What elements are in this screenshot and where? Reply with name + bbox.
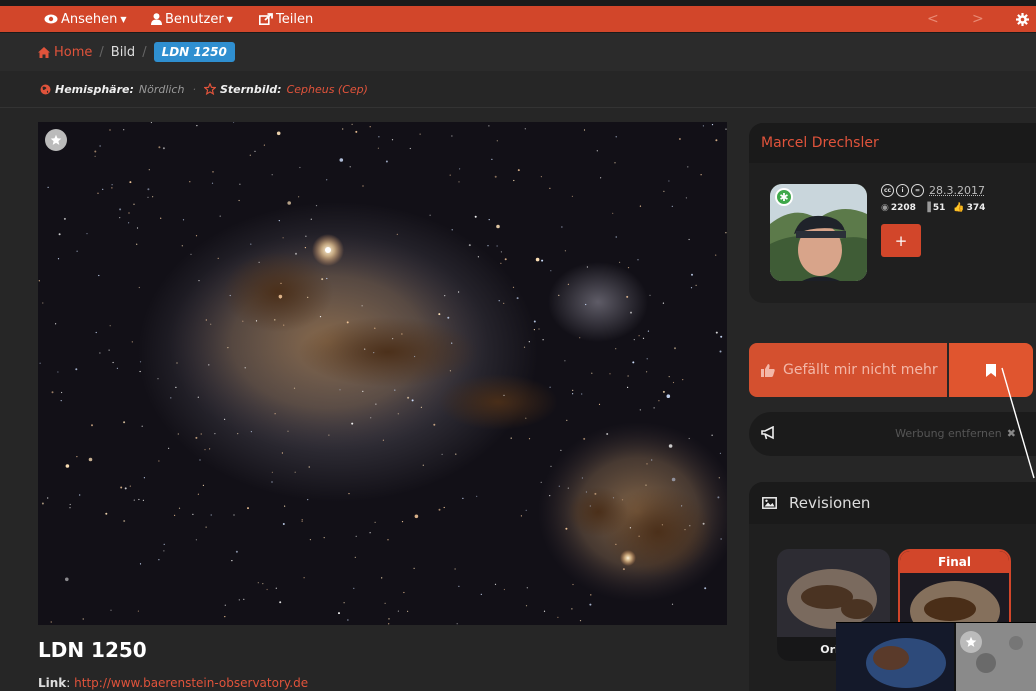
author-name[interactable]: Marcel Drechsler	[749, 123, 1036, 163]
image-link-row: Link: http://www.baerenstein-observatory…	[38, 676, 309, 690]
breadcrumb: Home / Bild / LDN 1250	[0, 33, 1036, 71]
bookmark-button[interactable]	[949, 343, 1033, 397]
unlike-label: Gefällt mir nicht mehr	[783, 362, 938, 378]
chevron-left-icon: <	[927, 11, 939, 27]
navbar-bar: Ansehen ▼ Benutzer ▼ Teilen < >	[0, 6, 1036, 32]
bookmark-icon: ▐	[923, 203, 931, 213]
settings-button[interactable]	[1016, 6, 1032, 32]
breadcrumb-home-label: Home	[54, 44, 93, 60]
caret-down-icon: ▼	[226, 14, 233, 24]
gear-icon	[1016, 12, 1029, 26]
eye-icon	[44, 14, 58, 24]
top-navbar: Ansehen ▼ Benutzer ▼ Teilen < >	[0, 0, 1036, 33]
views-count: 2208	[890, 203, 916, 213]
thumbs-up-icon: 👍	[953, 203, 965, 213]
license-row: cc i = 28.3.2017	[881, 184, 985, 197]
revisions-header: Revisionen	[749, 482, 1036, 524]
favorite-star-button[interactable]	[45, 129, 67, 151]
user-icon	[151, 13, 162, 25]
constellation-value[interactable]: Cepheus (Cep)	[287, 83, 368, 96]
revisions-title: Revisionen	[789, 494, 871, 512]
caret-down-icon: ▼	[120, 14, 127, 24]
users-menu-label: Benutzer	[165, 11, 224, 27]
cc-by-icon: i	[896, 184, 909, 197]
follow-button[interactable]: +	[881, 224, 921, 257]
bookmark-icon	[986, 363, 996, 377]
related-images-popup[interactable]	[836, 622, 1036, 691]
breadcrumb-section[interactable]: Bild	[111, 45, 135, 60]
breadcrumb-separator: /	[142, 44, 147, 60]
meta-separator: ·	[192, 82, 196, 96]
hemisphere-value: Nördlich	[138, 82, 185, 96]
hemisphere-label: Hemisphäre:	[55, 82, 134, 96]
share-menu-label: Teilen	[276, 11, 314, 27]
link-label: Link	[38, 676, 67, 690]
home-icon	[38, 46, 50, 58]
stats-row: ◉ 2208 ▐ 51 👍 374	[881, 203, 985, 213]
image-meta-row: Hemisphäre: Nördlich · Sternbild: Cepheu…	[0, 71, 1036, 108]
next-image-button[interactable]: >	[972, 6, 984, 32]
breadcrumb-home-link[interactable]: Home	[38, 45, 92, 60]
constellation-label: Sternbild:	[219, 82, 282, 96]
cc-icon: cc	[881, 184, 894, 197]
author-badge-icon: ✱	[775, 188, 793, 206]
share-menu[interactable]: Teilen	[259, 6, 313, 32]
remove-ads-link[interactable]: Werbung entfernen ✖	[895, 427, 1016, 440]
bookmarks-count: 51	[932, 203, 946, 213]
unlike-button[interactable]: Gefällt mir nicht mehr	[749, 343, 947, 397]
cc-nc-icon: =	[911, 184, 924, 197]
image-title: LDN 1250	[38, 638, 147, 662]
remove-ads-label: Werbung entfernen	[895, 427, 1002, 440]
breadcrumb-separator: /	[99, 44, 104, 60]
eye-icon: ◉	[881, 203, 889, 213]
image-icon	[762, 497, 777, 509]
revision-label: Final	[900, 551, 1009, 573]
main-astro-image[interactable]	[38, 122, 727, 625]
megaphone-icon	[761, 426, 774, 440]
star-icon	[50, 134, 62, 145]
upload-date: 28.3.2017	[929, 184, 985, 197]
like-group: Gefällt mir nicht mehr	[749, 343, 1036, 397]
users-menu[interactable]: Benutzer ▼	[151, 6, 233, 32]
chevron-right-icon: >	[972, 11, 984, 27]
star-icon	[965, 636, 977, 647]
previous-image-button[interactable]: <	[927, 6, 939, 32]
view-menu[interactable]: Ansehen ▼	[44, 6, 127, 32]
related-star-button[interactable]	[960, 631, 982, 653]
breadcrumb-current: LDN 1250	[153, 42, 235, 62]
star-outline-icon	[203, 83, 216, 95]
share-icon	[259, 13, 273, 25]
close-icon: ✖	[1006, 427, 1016, 440]
view-menu-label: Ansehen	[61, 11, 118, 27]
thumbs-up-icon	[761, 363, 775, 377]
likes-count: 374	[966, 203, 986, 213]
image-link-url[interactable]: http://www.baerenstein-observatory.de	[74, 676, 308, 690]
globe-icon	[40, 84, 51, 94]
related-image-thumb[interactable]	[836, 623, 954, 691]
ad-panel: Werbung entfernen ✖	[749, 412, 1036, 456]
author-panel: Marcel Drechsler ✱ cc i = 28.3.2017 ◉ 22…	[749, 123, 1036, 303]
